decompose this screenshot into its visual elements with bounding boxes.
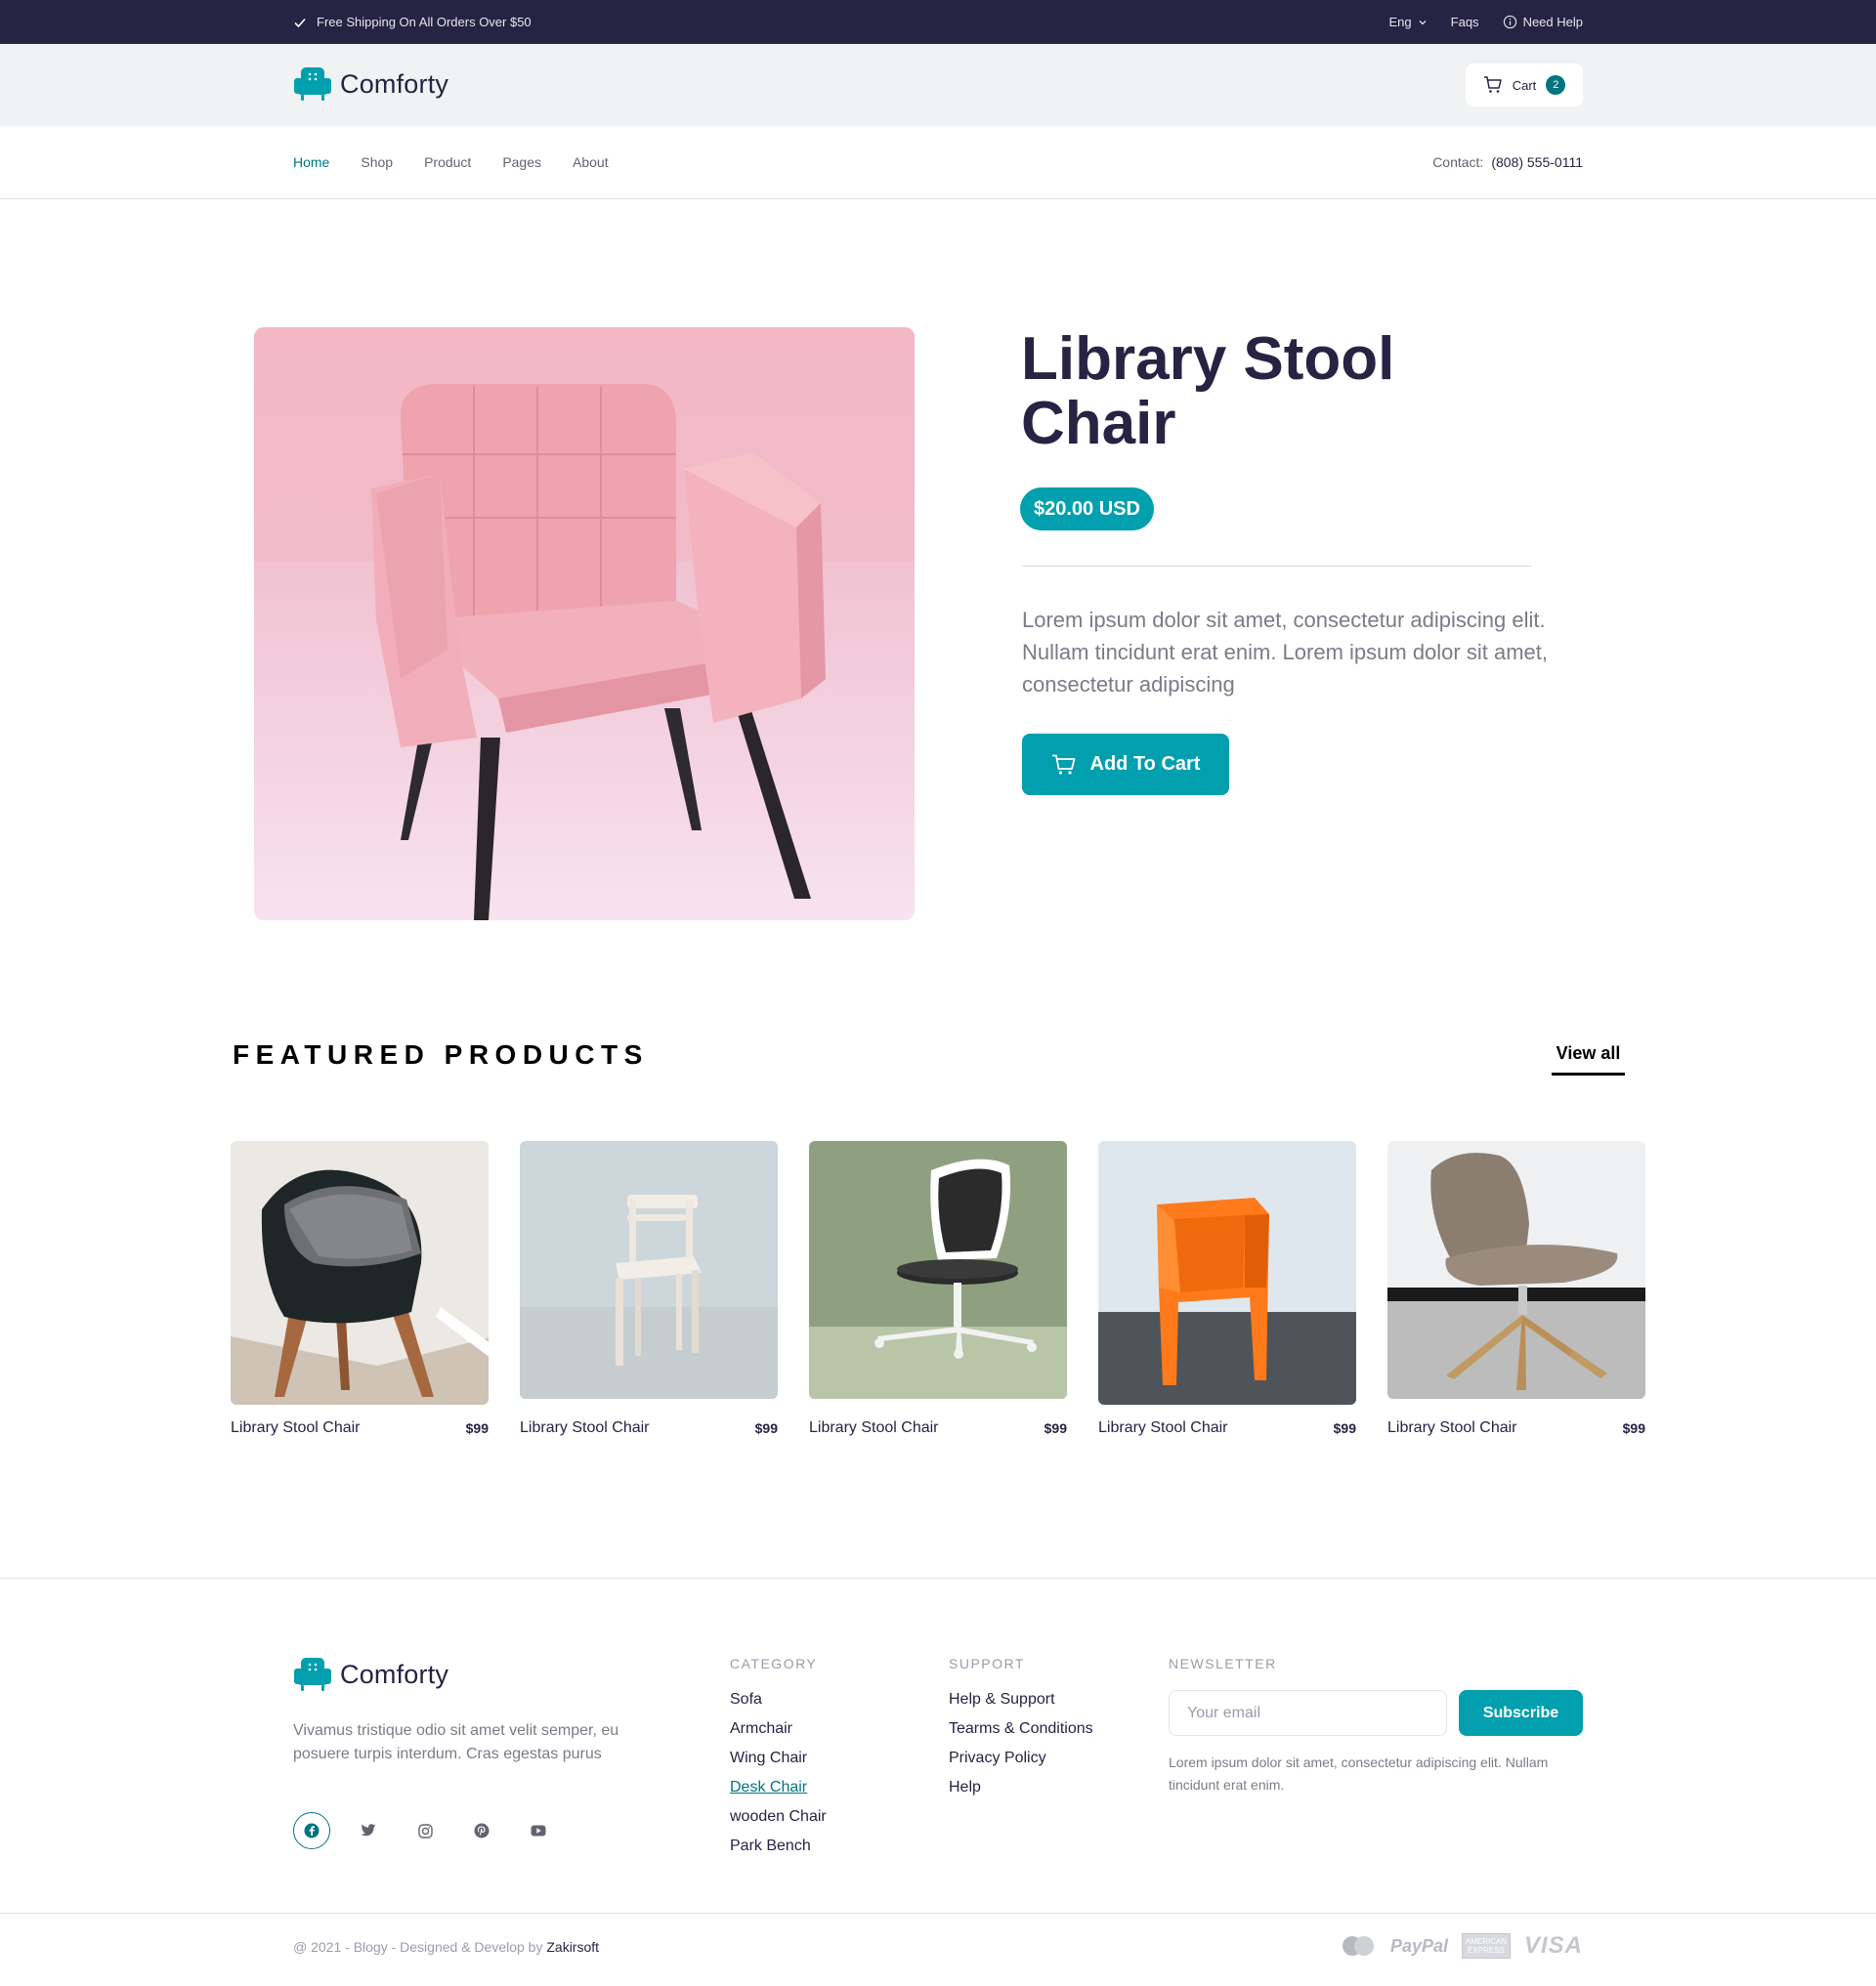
- footer-bottom-divider: [0, 1913, 1876, 1914]
- category-link-wing-chair[interactable]: Wing Chair: [730, 1744, 827, 1773]
- facebook-icon[interactable]: [293, 1812, 330, 1849]
- copyright-brand-link[interactable]: Zakirsoft: [546, 1939, 599, 1955]
- product-thumbnail: [1387, 1141, 1645, 1399]
- beige-lounge-chair-image: [1387, 1141, 1645, 1399]
- subscribe-button[interactable]: Subscribe: [1459, 1690, 1583, 1736]
- orange-chair-image: [1098, 1141, 1356, 1405]
- product-card-name: Library Stool Chair: [809, 1419, 939, 1436]
- newsletter-email-input[interactable]: [1169, 1690, 1447, 1736]
- armchair-logo-icon: [294, 1658, 331, 1691]
- language-selector[interactable]: Eng: [1389, 15, 1428, 29]
- check-icon: [294, 18, 306, 27]
- product-image: [254, 327, 915, 920]
- payment-methods: PayPal AMERICAN EXPRESS VISA: [1340, 1932, 1583, 1960]
- cart-icon: [1051, 754, 1075, 775]
- cart-icon: [1483, 76, 1502, 93]
- product-thumbnail: [520, 1141, 778, 1399]
- footer-newsletter-column: NEWSLETTER: [1169, 1656, 1277, 1685]
- view-all-link[interactable]: View all: [1552, 1043, 1625, 1076]
- product-card[interactable]: Library Stool Chair $99: [520, 1141, 778, 1436]
- product-card-name: Library Stool Chair: [1387, 1419, 1517, 1436]
- product-title: Library Stool Chair: [1021, 325, 1395, 457]
- contact-info: Contact: (808) 555-0111: [1432, 126, 1583, 198]
- armchair-logo-icon: [294, 67, 331, 101]
- category-link-sofa[interactable]: Sofa: [730, 1685, 827, 1714]
- add-to-cart-button[interactable]: Add To Cart: [1022, 734, 1229, 795]
- mastercard-icon: [1342, 1936, 1374, 1956]
- need-help-link[interactable]: Need Help: [1503, 15, 1583, 29]
- support-link-help[interactable]: Help: [949, 1773, 1093, 1802]
- chevron-down-icon: [1419, 20, 1427, 24]
- main-nav: Home Shop Product Pages About Contact: (…: [0, 126, 1876, 199]
- white-chair-image: [520, 1141, 778, 1399]
- footer-support-column: SUPPORT Help & Support Tearms & Conditio…: [949, 1656, 1093, 1802]
- category-link-armchair[interactable]: Armchair: [730, 1714, 827, 1744]
- nav-about[interactable]: About: [573, 154, 609, 170]
- pinterest-icon[interactable]: [463, 1812, 500, 1849]
- top-bar: Free Shipping On All Orders Over $50 Eng…: [0, 0, 1876, 44]
- product-card-price: $99: [1622, 1420, 1645, 1436]
- shipping-notice: Free Shipping On All Orders Over $50: [293, 0, 532, 44]
- footer-description: Vivamus tristique odio sit amet velit se…: [293, 1722, 619, 1762]
- footer-divider: [0, 1578, 1876, 1579]
- footer-brand-name: Comforty: [340, 1659, 449, 1689]
- nav-product[interactable]: Product: [424, 154, 471, 170]
- pink-armchair-illustration: [254, 327, 915, 920]
- shipping-text: Free Shipping On All Orders Over $50: [317, 15, 532, 29]
- copyright: @ 2021 - Blogy - Designed & Develop by Z…: [293, 1939, 600, 1955]
- product-card-name: Library Stool Chair: [231, 1419, 361, 1436]
- header: Comforty Cart 2: [0, 44, 1876, 126]
- youtube-icon[interactable]: [520, 1812, 557, 1849]
- product-card-price: $99: [1044, 1420, 1067, 1436]
- divider: [1022, 566, 1532, 567]
- category-heading: CATEGORY: [730, 1656, 818, 1671]
- nav-pages[interactable]: Pages: [502, 154, 541, 170]
- amex-icon: AMERICAN EXPRESS: [1461, 1933, 1511, 1959]
- brand-name: Comforty: [340, 68, 449, 99]
- black-chair-image: [231, 1141, 489, 1405]
- visa-icon: VISA: [1523, 1932, 1583, 1959]
- product-thumbnail: [809, 1141, 1067, 1399]
- nav-home[interactable]: Home: [293, 154, 329, 170]
- support-heading: SUPPORT: [949, 1656, 1025, 1671]
- faqs-link[interactable]: Faqs: [1451, 15, 1479, 29]
- contact-label: Contact:: [1432, 154, 1484, 170]
- footer-category-column: CATEGORY Sofa Armchair Wing Chair Desk C…: [730, 1656, 827, 1861]
- contact-phone[interactable]: (808) 555-0111: [1491, 154, 1583, 170]
- category-link-wooden-chair[interactable]: wooden Chair: [730, 1802, 827, 1832]
- product-card[interactable]: Library Stool Chair $99: [231, 1141, 489, 1436]
- product-card[interactable]: Library Stool Chair $99: [1098, 1141, 1356, 1436]
- product-card-price: $99: [465, 1420, 489, 1436]
- office-chair-image: [809, 1141, 1067, 1399]
- category-link-desk-chair[interactable]: Desk Chair: [730, 1773, 827, 1802]
- product-card-name: Library Stool Chair: [520, 1419, 650, 1436]
- cart-count-badge: 2: [1546, 75, 1566, 95]
- brand-logo[interactable]: Comforty: [293, 65, 448, 103]
- product-card-price: $99: [754, 1420, 778, 1436]
- social-links: [293, 1812, 557, 1849]
- twitter-icon[interactable]: [350, 1812, 387, 1849]
- category-link-park-bench[interactable]: Park Bench: [730, 1832, 827, 1861]
- cart-button[interactable]: Cart 2: [1466, 63, 1583, 106]
- instagram-icon[interactable]: [406, 1812, 444, 1849]
- newsletter-description: Lorem ipsum dolor sit amet, consectetur …: [1169, 1754, 1549, 1793]
- cart-label: Cart: [1512, 77, 1537, 93]
- paypal-icon: PayPal: [1389, 1935, 1448, 1956]
- product-card[interactable]: Library Stool Chair $99: [1387, 1141, 1645, 1436]
- nav-shop[interactable]: Shop: [361, 154, 393, 170]
- info-icon: [1503, 15, 1516, 29]
- support-link-help-support[interactable]: Help & Support: [949, 1685, 1093, 1714]
- product-card[interactable]: Library Stool Chair $99: [809, 1141, 1067, 1436]
- product-thumbnail: [231, 1141, 489, 1405]
- product-thumbnail: [1098, 1141, 1356, 1405]
- featured-title: FEATURED PRODUCTS: [233, 1039, 649, 1070]
- footer-brand-logo[interactable]: Comforty: [293, 1656, 448, 1693]
- product-description: Lorem ipsum dolor sit amet, consectetur …: [1022, 608, 1548, 697]
- product-card-name: Library Stool Chair: [1098, 1419, 1228, 1436]
- newsletter-heading: NEWSLETTER: [1169, 1656, 1277, 1671]
- support-link-terms[interactable]: Tearms & Conditions: [949, 1714, 1093, 1744]
- product-card-price: $99: [1333, 1420, 1356, 1436]
- support-link-privacy[interactable]: Privacy Policy: [949, 1744, 1093, 1773]
- product-price: $20.00 USD: [1020, 487, 1154, 530]
